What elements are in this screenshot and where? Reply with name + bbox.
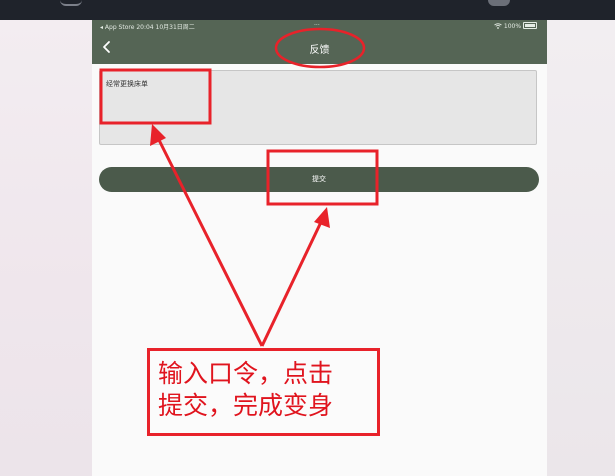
status-app-time-date: ◂ App Store 20:04 10月31日周二 xyxy=(100,24,195,31)
feedback-textarea[interactable]: 经常更换床单 xyxy=(99,70,537,145)
battery-icon xyxy=(523,22,537,29)
top-dark-bar xyxy=(0,0,615,20)
top-bar-decoration xyxy=(60,0,82,6)
battery-percent: 100% xyxy=(503,23,522,30)
instruction-line-2: 提交，完成变身 xyxy=(158,391,334,420)
instruction-callout: 输入口令，点击 提交，完成变身 xyxy=(147,348,380,436)
right-background xyxy=(547,20,615,476)
top-bar-indicator xyxy=(488,0,510,6)
left-background xyxy=(0,20,92,476)
instruction-line-1: 输入口令，点击 xyxy=(158,359,334,388)
status-right-group: 100% xyxy=(494,22,537,30)
status-bar: ◂ App Store 20:04 10月31日周二 ··· 100% xyxy=(92,20,547,32)
page-title: 反馈 xyxy=(309,45,330,56)
submit-button[interactable]: 提交 xyxy=(99,167,539,192)
wifi-icon xyxy=(494,23,502,29)
feedback-text-value: 经常更换床单 xyxy=(106,80,148,88)
status-dots: ··· xyxy=(314,22,320,29)
nav-bar: 反馈 xyxy=(92,32,547,64)
